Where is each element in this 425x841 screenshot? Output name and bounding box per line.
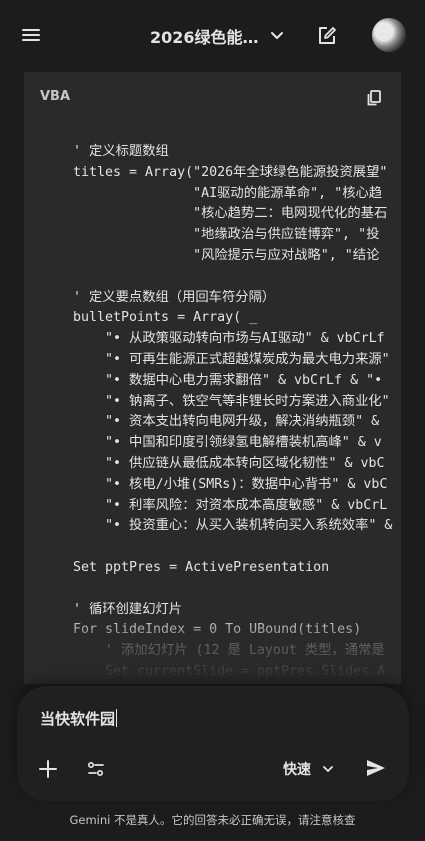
code-block: VBA ' 定义标题数组 titles = Array("2026年全球绿色能源投… [24, 72, 401, 684]
edit-icon[interactable] [316, 25, 338, 47]
tools-icon[interactable] [85, 758, 107, 780]
code-line: "• 数据中心电力需求翻倍" & vbCrLf & "• [73, 372, 383, 388]
code-line: "• 可再生能源正式超越煤炭成为最大电力来源" [73, 351, 390, 367]
code-line: titles = Array("2026年全球绿色能源投资展望" [73, 164, 388, 180]
mode-selector[interactable]: 快速 [283, 758, 335, 780]
code-line: "• 中国和印度引领绿氢电解槽装机高峰" & v [73, 435, 382, 451]
code-line: ' 定义要点数组（用回车符分隔） [73, 289, 276, 305]
avatar[interactable] [372, 18, 406, 52]
code-line: ' 添加幻灯片 (12 是 Layout 类型，通常是 [73, 643, 385, 659]
send-icon[interactable] [364, 756, 388, 780]
copy-icon[interactable] [365, 89, 383, 107]
code-line: ' 定义标题数组 [73, 144, 169, 159]
code-line: "• 资本支出转向电网升级，解决消纳瓶颈" & [73, 414, 380, 430]
code-line: "• 供应链从最低成本转向区域化韧性" & vbC [73, 455, 385, 471]
prompt-input-text: 当快软件园 [40, 710, 116, 728]
top-bar: 2026绿色能… [0, 0, 425, 72]
code-line: "AI驱动的能源革命", "核心趋 [73, 185, 383, 201]
prompt-composer: 当快软件园 快速 [17, 686, 409, 801]
menu-icon[interactable] [22, 26, 40, 44]
code-line: bulletPoints = Array( _ [73, 310, 258, 326]
code-line: "地缘政治与供应链博弈", "投 [73, 227, 380, 243]
code-line: ' 循环创建幻灯片 [73, 601, 183, 617]
chevron-down-icon[interactable] [268, 26, 286, 44]
code-content: ' 定义标题数组 titles = Array("2026年全球绿色能源投资展望"… [73, 142, 392, 683]
mode-label: 快速 [283, 762, 311, 778]
code-line: For slideIndex = 0 To UBound(titles) [73, 622, 362, 638]
code-line: Set pptPres = ActivePresentation [73, 559, 330, 575]
chevron-down-icon [323, 766, 333, 772]
conversation-title[interactable]: 2026绿色能… [150, 24, 259, 48]
prompt-input[interactable]: 当快软件园 [40, 708, 118, 729]
code-line: "• 利率风险：对资本成本高度敏感" & vbCrL [73, 497, 388, 513]
code-line: Set currentSlide = pptPres.Slides.A [73, 663, 386, 679]
text-caret [116, 709, 118, 727]
code-line: "• 钠离子、铁空气等非锂长时方案进入商业化" [73, 393, 390, 409]
code-line: "• 从政策驱动转向市场与AI驱动" & vbCrLf [73, 331, 385, 347]
code-line: "• 投资重心：从买入装机转向买入系统效率" & [73, 518, 393, 534]
disclaimer-text: Gemini 不是真人。它的回答未必正确无误，请注意核查 [69, 813, 356, 827]
code-language-label: VBA [40, 89, 71, 104]
code-line: "风险提示与应对战略", "结论 [73, 247, 380, 263]
code-line: "核心趋势二：电网现代化的基石 [73, 206, 388, 222]
code-line: "• 核电/小堆(SMRs)：数据中心背书" & vbC [73, 476, 388, 492]
plus-icon[interactable] [37, 758, 59, 780]
